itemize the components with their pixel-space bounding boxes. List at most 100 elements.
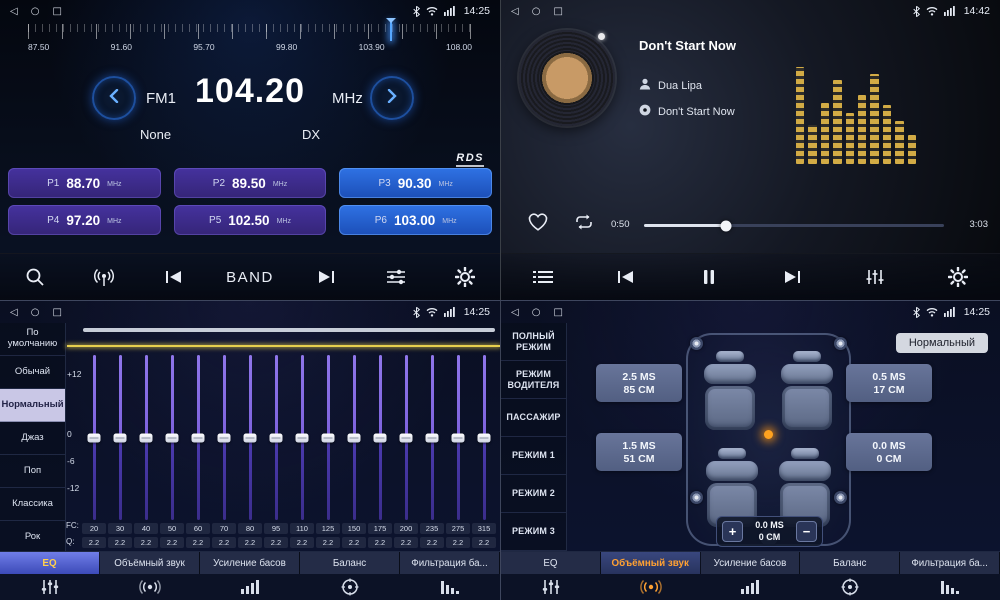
slider-handle[interactable] <box>426 433 439 442</box>
tab-filter[interactable]: Фильтрация ба... <box>900 552 1000 600</box>
tab-label[interactable]: Баланс <box>300 552 400 574</box>
back-button[interactable]: ◁ <box>10 307 18 318</box>
tab-balance[interactable]: Баланс <box>800 552 900 600</box>
surround-mode[interactable]: РЕЖИМ 2 <box>501 475 566 513</box>
slider-handle[interactable] <box>452 433 465 442</box>
radio-preset-button[interactable]: P1 88.70 MHz <box>8 168 161 198</box>
eq-band-slider[interactable] <box>445 353 471 522</box>
next-button[interactable] <box>309 270 343 284</box>
back-button[interactable]: ◁ <box>511 307 519 318</box>
home-button[interactable]: ○ <box>31 307 40 318</box>
delay-front-right[interactable]: 0.5 MS 17 CM <box>846 364 932 402</box>
tune-settings-button[interactable] <box>379 269 413 285</box>
tab-label[interactable]: Усиление басов <box>200 552 300 574</box>
surround-mode[interactable]: ПОЛНЫЙ РЕЖИМ <box>501 323 566 361</box>
eq-band-slider[interactable] <box>471 353 497 522</box>
slider-handle[interactable] <box>244 433 257 442</box>
slider-handle[interactable] <box>166 433 179 442</box>
radio-preset-button[interactable]: P6 103.00 MHz <box>339 205 492 235</box>
next-track-button[interactable] <box>775 270 809 284</box>
recents-button[interactable]: □ <box>553 307 562 318</box>
settings-button[interactable] <box>941 267 975 287</box>
tab-label[interactable]: Объёмный звук <box>601 552 701 574</box>
listening-position-dot[interactable] <box>764 430 773 439</box>
tab-label[interactable]: Баланс <box>800 552 900 574</box>
pause-button[interactable] <box>692 269 726 285</box>
tune-up-button[interactable] <box>370 76 414 120</box>
home-button[interactable]: ○ <box>532 307 541 318</box>
increase-delay-button[interactable]: + <box>722 521 743 542</box>
tab-surround-sound[interactable]: Объёмный звук <box>100 552 200 600</box>
eq-band-slider[interactable] <box>341 353 367 522</box>
search-button[interactable] <box>18 267 52 287</box>
progress-bar[interactable] <box>644 224 944 227</box>
recents-button[interactable]: □ <box>52 6 61 17</box>
eq-band-slider[interactable] <box>367 353 393 522</box>
tab-filter[interactable]: Фильтрация ба... <box>400 552 500 600</box>
eq-band-slider[interactable] <box>81 353 107 522</box>
tab-label[interactable]: Усиление басов <box>701 552 801 574</box>
slider-handle[interactable] <box>374 433 387 442</box>
radio-preset-button[interactable]: P4 97.20 MHz <box>8 205 161 235</box>
tab-bass-boost[interactable]: Усиление басов <box>200 552 300 600</box>
slider-handle[interactable] <box>140 433 153 442</box>
settings-button[interactable] <box>448 267 482 287</box>
eq-preset[interactable]: По умолчанию <box>0 323 65 356</box>
eq-band-slider[interactable] <box>289 353 315 522</box>
home-button[interactable]: ○ <box>532 6 541 17</box>
eq-band-slider[interactable] <box>133 353 159 522</box>
profile-button[interactable]: Нормальный <box>896 333 988 353</box>
recents-button[interactable]: □ <box>52 307 61 318</box>
slider-handle[interactable] <box>218 433 231 442</box>
tab-bass-boost[interactable]: Усиление басов <box>701 552 801 600</box>
previous-track-button[interactable] <box>609 270 643 284</box>
slider-handle[interactable] <box>192 433 205 442</box>
eq-band-slider[interactable] <box>185 353 211 522</box>
recents-button[interactable]: □ <box>553 6 562 17</box>
eq-band-slider[interactable] <box>211 353 237 522</box>
eq-preset[interactable]: Поп <box>0 455 65 488</box>
tab-label[interactable]: Фильтрация ба... <box>400 552 500 574</box>
tab-eq[interactable]: EQ <box>0 552 100 600</box>
surround-mode[interactable]: РЕЖИМ 1 <box>501 437 566 475</box>
eq-preset[interactable]: Классика <box>0 488 65 521</box>
eq-preset[interactable]: Нормальный <box>0 389 65 422</box>
previous-button[interactable] <box>157 270 191 284</box>
frequency-ruler[interactable] <box>28 24 472 39</box>
slider-handle[interactable] <box>322 433 335 442</box>
delay-rear-right[interactable]: 0.0 MS 0 CM <box>846 433 932 471</box>
eq-band-slider[interactable] <box>315 353 341 522</box>
slider-handle[interactable] <box>114 433 127 442</box>
eq-band-slider[interactable] <box>237 353 263 522</box>
favorite-button[interactable] <box>527 212 549 236</box>
back-button[interactable]: ◁ <box>10 6 18 17</box>
eq-band-slider[interactable] <box>107 353 133 522</box>
eq-band-slider[interactable] <box>419 353 445 522</box>
slider-handle[interactable] <box>400 433 413 442</box>
repeat-button[interactable] <box>573 214 595 235</box>
slider-handle[interactable] <box>296 433 309 442</box>
eq-preset[interactable]: Рок <box>0 521 65 554</box>
eq-preset[interactable]: Джаз <box>0 422 65 455</box>
broadcast-scan-button[interactable] <box>87 267 121 287</box>
eq-preset[interactable]: Обычай <box>0 356 65 389</box>
tab-label[interactable]: Объёмный звук <box>100 552 200 574</box>
slider-handle[interactable] <box>88 433 101 442</box>
home-button[interactable]: ○ <box>31 6 40 17</box>
surround-mode[interactable]: РЕЖИМ ВОДИТЕЛЯ <box>501 361 566 399</box>
eq-band-slider[interactable] <box>393 353 419 522</box>
tab-label[interactable]: EQ <box>501 552 601 574</box>
band-button[interactable]: BAND <box>226 269 274 286</box>
surround-mode[interactable]: РЕЖИМ 3 <box>501 513 566 551</box>
slider-handle[interactable] <box>270 433 283 442</box>
surround-mode[interactable]: ПАССАЖИР <box>501 399 566 437</box>
eq-band-slider[interactable] <box>263 353 289 522</box>
back-button[interactable]: ◁ <box>511 6 519 17</box>
tab-balance[interactable]: Баланс <box>300 552 400 600</box>
radio-preset-button[interactable]: P3 90.30 MHz <box>339 168 492 198</box>
eq-scrollbar[interactable] <box>83 328 495 332</box>
radio-preset-button[interactable]: P2 89.50 MHz <box>174 168 327 198</box>
eq-band-slider[interactable] <box>159 353 185 522</box>
equalizer-button[interactable] <box>858 269 892 285</box>
tab-label[interactable]: EQ <box>0 552 100 574</box>
